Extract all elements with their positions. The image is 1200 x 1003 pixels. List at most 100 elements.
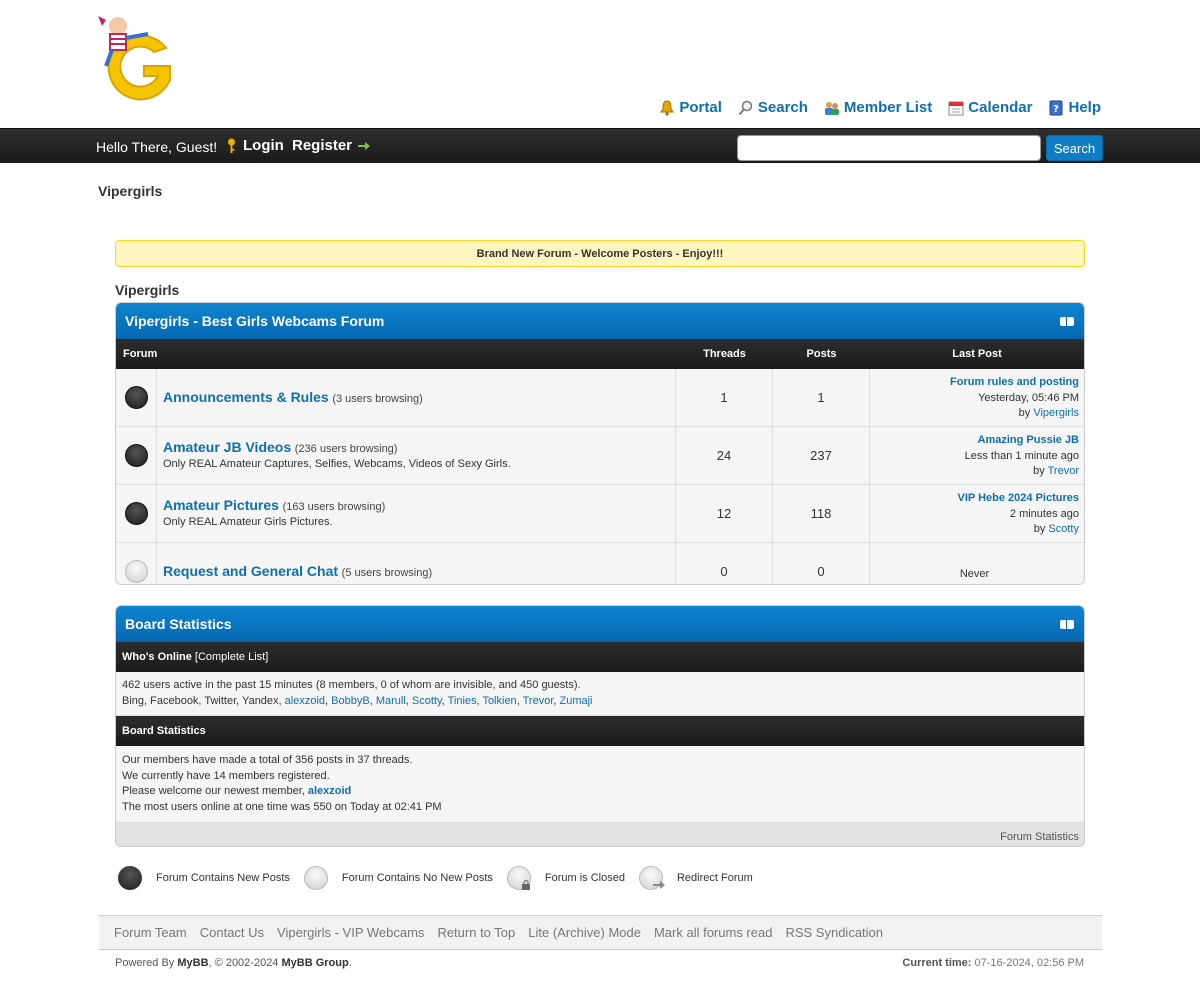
powered-prefix: Powered By <box>115 957 175 969</box>
footer-link-mark-read[interactable]: Mark all forums read <box>654 925 772 940</box>
bell-icon <box>660 99 675 116</box>
thread-count: 0 <box>676 543 773 584</box>
last-post-user[interactable]: Trevor <box>1048 465 1079 477</box>
last-post: VIP Hebe 2024 Pictures 2 minutes ago by … <box>870 485 1084 542</box>
portal-link[interactable]: Portal <box>659 99 722 116</box>
help-label: Help <box>1068 99 1101 116</box>
powered-by: Powered By MyBB, © 2002-2024 MyBB Group. <box>115 957 352 969</box>
online-member-link[interactable]: Scotty <box>412 695 442 707</box>
footer-link-return-to-top[interactable]: Return to Top <box>437 925 515 940</box>
last-post-time: Less than 1 minute ago <box>964 449 1079 462</box>
last-post-time: 2 minutes ago <box>1009 507 1079 520</box>
collapse-icon[interactable] <box>1060 317 1074 326</box>
last-post: Amazing Pussie JB Less than 1 minute ago… <box>870 427 1084 484</box>
users-browsing: (3 users browsing) <box>332 393 423 405</box>
col-last-post: Last Post <box>952 348 1002 360</box>
members-icon <box>824 101 839 115</box>
forum-row: Announcements & Rules (3 users browsing)… <box>116 369 1084 427</box>
forum-new-icon <box>125 502 148 525</box>
forum-row: Amateur Pictures (163 users browsing) On… <box>116 485 1084 543</box>
login-label: Login <box>243 137 284 154</box>
complete-list-link[interactable]: [Complete List] <box>195 651 268 663</box>
last-post-user[interactable]: Scotty <box>1048 523 1079 535</box>
users-browsing: (163 users browsing) <box>282 501 386 513</box>
online-member-link[interactable]: Tolkien <box>482 695 516 707</box>
forum-link[interactable]: Request and General Chat <box>163 563 338 579</box>
last-post-by: by <box>1018 407 1031 419</box>
legend-label: Forum is Closed <box>544 872 625 884</box>
forum-description: Only REAL Amateur Captures, Selfies, Web… <box>163 458 511 470</box>
post-count: 1 <box>773 369 870 426</box>
users-browsing: (236 users browsing) <box>294 443 398 455</box>
users-browsing: (5 users browsing) <box>341 567 433 579</box>
search-link[interactable]: Search <box>738 99 808 116</box>
forum-link[interactable]: Amateur JB Videos <box>163 439 291 455</box>
collapse-icon[interactable] <box>1060 620 1074 629</box>
memberlist-link[interactable]: Member List <box>824 99 932 116</box>
copyright-text: , © 2002-2024 <box>208 957 279 969</box>
login-link[interactable]: Login <box>226 137 284 154</box>
thread-count: 24 <box>676 427 773 484</box>
search-button[interactable]: Search <box>1046 135 1103 161</box>
forum-description: Only REAL Amateur Girls Pictures. <box>163 516 333 528</box>
stats-newest-prefix: Please welcome our newest member, <box>122 785 305 797</box>
forum-row: Request and General Chat (5 users browsi… <box>116 543 1084 584</box>
portal-label: Portal <box>679 99 722 116</box>
current-time-value: 07-16-2024, 02:56 PM <box>974 957 1084 969</box>
forum-nonew-icon <box>303 866 328 890</box>
stats-footer: Forum Statistics <box>116 823 1084 846</box>
column-headers: Forum Threads Posts Last Post <box>116 339 1084 369</box>
last-post-title[interactable]: VIP Hebe 2024 Pictures <box>958 492 1079 504</box>
breadcrumb[interactable]: Vipergirls <box>98 183 162 199</box>
current-time-label: Current time: <box>902 957 972 969</box>
whos-online-header: Who's Online [Complete List] <box>116 642 1084 672</box>
last-post-title[interactable]: Amazing Pussie JB <box>978 434 1079 446</box>
search-input[interactable] <box>737 135 1041 161</box>
calendar-link[interactable]: Calendar <box>948 99 1032 116</box>
footer-link-lite-mode[interactable]: Lite (Archive) Mode <box>528 925 641 940</box>
site-logo[interactable] <box>88 8 192 112</box>
register-label: Register <box>292 137 353 154</box>
online-member-link[interactable]: Marull <box>376 695 406 707</box>
announcement-banner: Brand New Forum - Welcome Posters - Enjo… <box>115 240 1085 267</box>
post-count: 118 <box>773 485 870 542</box>
footer-link-rss[interactable]: RSS Syndication <box>785 925 883 940</box>
stats-header: Board Statistics <box>116 606 1084 642</box>
footer-link-forum-team[interactable]: Forum Team <box>114 925 187 940</box>
legend-label: Forum Contains No New Posts <box>341 872 493 884</box>
key-icon <box>228 138 235 153</box>
forum-link[interactable]: Amateur Pictures <box>163 497 279 513</box>
forum-table-header: Vipergirls - Best Girls Webcams Forum <box>116 303 1084 339</box>
forum-new-icon <box>118 866 142 890</box>
post-count: 237 <box>773 427 870 484</box>
online-member-link[interactable]: alexzoid <box>285 695 325 707</box>
newest-member-link[interactable]: alexzoid <box>308 785 351 797</box>
board-stats-header: Board Statistics <box>116 716 1084 746</box>
forum-link[interactable]: Announcements & Rules <box>163 389 329 405</box>
header: Portal Search Member List Calendar ? Hel… <box>0 0 1200 128</box>
forum-row: Amateur JB Videos (236 users browsing) O… <box>116 427 1084 485</box>
mybb-link[interactable]: MyBB <box>177 957 208 969</box>
footer-link-vip-webcams[interactable]: Vipergirls - VIP Webcams <box>277 925 424 940</box>
forum-table-title[interactable]: Vipergirls - Best Girls Webcams Forum <box>125 313 384 329</box>
online-member-link[interactable]: Trevor <box>523 695 554 707</box>
board-stats-body: Our members have made a total of 356 pos… <box>116 746 1084 823</box>
online-summary: 462 users active in the past 15 minutes … <box>122 679 581 691</box>
help-link[interactable]: ? Help <box>1048 99 1101 116</box>
last-post-title[interactable]: Forum rules and posting <box>950 376 1079 388</box>
category-label: Vipergirls <box>115 282 180 298</box>
last-post-user[interactable]: Vipergirls <box>1033 407 1079 419</box>
register-link[interactable]: Register <box>292 137 371 154</box>
memberlist-label: Member List <box>843 99 933 116</box>
last-post-by: by <box>1033 465 1045 477</box>
mybb-group-link[interactable]: MyBB Group <box>282 957 349 969</box>
forum-nonew-icon <box>125 560 148 583</box>
magnifier-icon <box>738 100 753 115</box>
online-member-link[interactable]: Zumaji <box>560 695 593 707</box>
stats-title: Board Statistics <box>125 616 232 632</box>
online-member-link[interactable]: Tinies <box>448 695 477 707</box>
forum-statistics-link[interactable]: Forum Statistics <box>1000 831 1079 843</box>
last-post-time: Yesterday, 05:46 PM <box>978 391 1079 404</box>
online-member-link[interactable]: BobbyB <box>331 695 370 707</box>
footer-link-contact-us[interactable]: Contact Us <box>200 925 264 940</box>
